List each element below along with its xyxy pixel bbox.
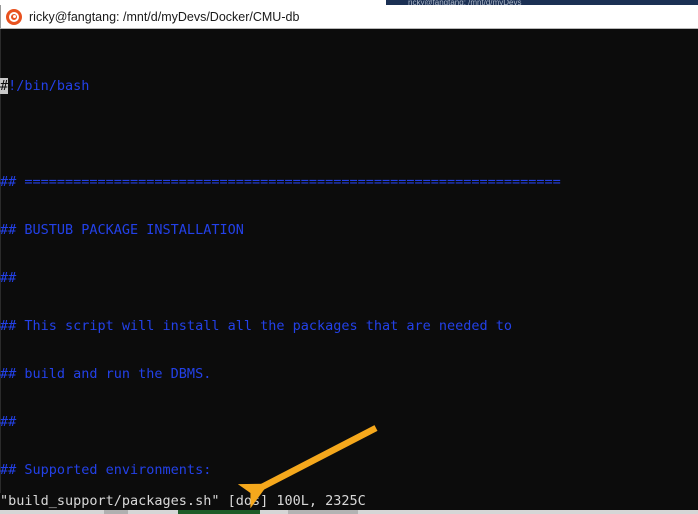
comment-blank-1: ##: [0, 270, 17, 286]
taskbar-item-2[interactable]: [288, 510, 358, 514]
comment-blank-2: ##: [0, 414, 17, 430]
taskbar-item-1[interactable]: [104, 510, 128, 514]
window-titlebar[interactable]: ricky@fangtang: /mnt/d/myDevs/Docker/CMU…: [0, 5, 698, 29]
vim-status-line: "build_support/packages.sh" [dos] 100L, …: [0, 493, 698, 510]
comment-header-title: ## BUSTUB PACKAGE INSTALLATION: [0, 222, 244, 238]
code-line-sep-top: ## =====================================…: [0, 174, 658, 190]
comment-desc-2: ## build and run the DBMS.: [0, 366, 212, 382]
code-line-shebang: #!/bin/bash: [0, 78, 90, 94]
taskbar-item-terminal[interactable]: [178, 510, 260, 514]
screen-root: ricky@fangtang: /mnt/d/myDevs ricky@fang…: [0, 0, 698, 514]
code-line-header-blank-2: ##: [0, 414, 658, 430]
comment-separator-top: ## =====================================…: [0, 174, 561, 190]
ubuntu-logo-icon: [6, 8, 22, 25]
vim-text-area[interactable]: #!/bin/bash ## =========================…: [0, 30, 658, 495]
taskbar-sliver[interactable]: [0, 510, 698, 514]
window-left-edge: [0, 5, 1, 28]
code-line-header-title: ## BUSTUB PACKAGE INSTALLATION: [0, 222, 658, 238]
code-line-header-blank-1: ##: [0, 270, 658, 286]
terminal-body[interactable]: #!/bin/bash ## =========================…: [0, 29, 698, 495]
code-line-header-desc-1: ## This script will install all the pack…: [0, 318, 658, 334]
vim-cursor: #: [0, 78, 9, 94]
code-line-blank-1: [0, 126, 658, 142]
comment-supported: ## Supported environments:: [0, 462, 212, 478]
code-line-header-supported: ## Supported environments:: [0, 462, 658, 478]
window-title: ricky@fangtang: /mnt/d/myDevs/Docker/CMU…: [29, 9, 300, 24]
comment-desc-1: ## This script will install all the pack…: [0, 318, 513, 334]
code-line-header-desc-2: ## build and run the DBMS.: [0, 366, 658, 382]
